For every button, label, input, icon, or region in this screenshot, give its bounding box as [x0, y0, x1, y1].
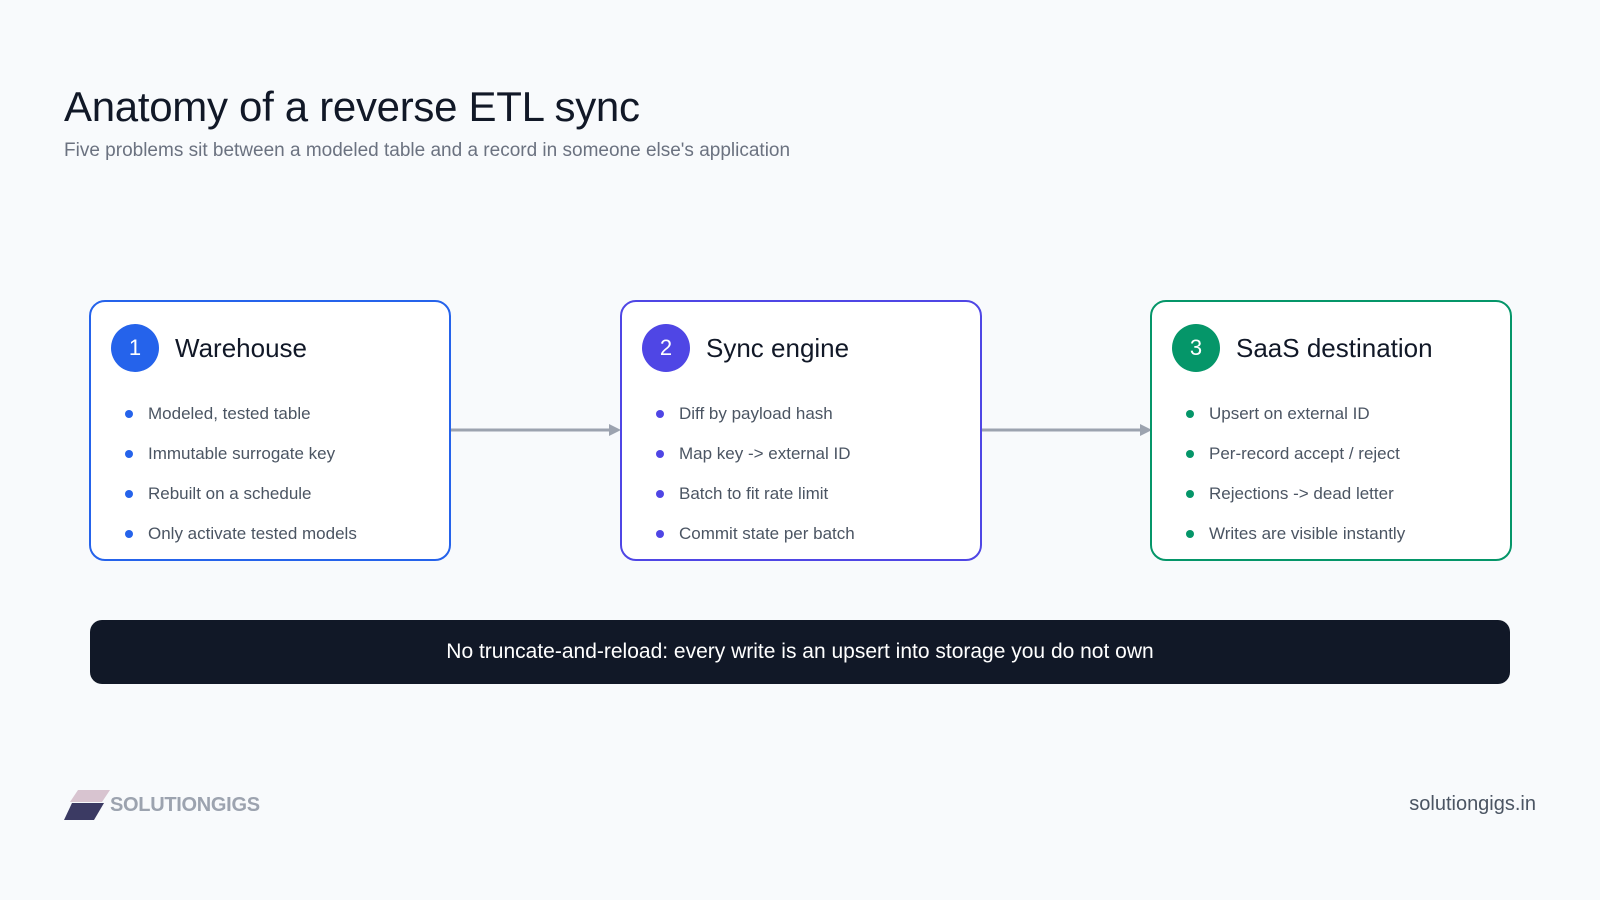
bullet-text: Map key -> external ID: [679, 444, 851, 463]
step-badge: 3: [1172, 324, 1220, 372]
bullet-dot-icon: [656, 410, 664, 418]
slide: Anatomy of a reverse ETL sync Five probl…: [0, 0, 1600, 900]
card-header: 2 Sync engine: [642, 324, 849, 372]
key-takeaway-banner: No truncate-and-reload: every write is a…: [90, 620, 1510, 684]
bullet-item: Map key -> external ID: [656, 434, 855, 474]
logo-text: SOLUTIONGIGS: [110, 793, 260, 816]
bullet-dot-icon: [1186, 530, 1194, 538]
bullet-text: Diff by payload hash: [679, 404, 833, 423]
card-header: 3 SaaS destination: [1172, 324, 1433, 372]
stage-card-sync-engine: 2 Sync engine Diff by payload hash Map k…: [620, 300, 982, 561]
card-title: Warehouse: [175, 332, 307, 363]
bullet-dot-icon: [125, 410, 133, 418]
bullet-text: Rejections -> dead letter: [1209, 484, 1394, 503]
bullet-dot-icon: [1186, 450, 1194, 458]
bullet-text: Per-record accept / reject: [1209, 444, 1400, 463]
bullet-item: Writes are visible instantly: [1186, 514, 1405, 554]
bullet-item: Rejections -> dead letter: [1186, 474, 1405, 514]
bullet-list: Upsert on external ID Per-record accept …: [1186, 394, 1405, 554]
banner-text: No truncate-and-reload: every write is a…: [446, 640, 1154, 663]
bullet-item: Modeled, tested table: [125, 394, 357, 434]
bullet-item: Immutable surrogate key: [125, 434, 357, 474]
bullet-item: Rebuilt on a schedule: [125, 474, 357, 514]
bullet-text: Only activate tested models: [148, 524, 357, 543]
bullet-text: Commit state per batch: [679, 524, 855, 543]
bullet-text: Upsert on external ID: [1209, 404, 1370, 423]
site-url[interactable]: solutiongigs.in: [1409, 793, 1536, 816]
bullet-dot-icon: [1186, 490, 1194, 498]
bullet-dot-icon: [656, 490, 664, 498]
bullet-dot-icon: [125, 450, 133, 458]
bullet-item: Diff by payload hash: [656, 394, 855, 434]
bullet-item: Batch to fit rate limit: [656, 474, 855, 514]
bullet-list: Diff by payload hash Map key -> external…: [656, 394, 855, 554]
step-badge: 1: [111, 324, 159, 372]
bullet-dot-icon: [125, 530, 133, 538]
arrow-connector-2: [982, 424, 1152, 436]
page-title: Anatomy of a reverse ETL sync: [64, 83, 640, 130]
bullet-text: Rebuilt on a schedule: [148, 484, 312, 503]
bullet-text: Modeled, tested table: [148, 404, 311, 423]
bullet-list: Modeled, tested table Immutable surrogat…: [125, 394, 357, 554]
bullet-text: Immutable surrogate key: [148, 444, 336, 463]
bullet-item: Commit state per batch: [656, 514, 855, 554]
bullet-text: Batch to fit rate limit: [679, 484, 829, 503]
bullet-text: Writes are visible instantly: [1209, 524, 1406, 543]
logo-mark-icon: [64, 790, 110, 820]
bullet-dot-icon: [656, 530, 664, 538]
card-title: Sync engine: [706, 332, 850, 363]
step-badge: 2: [642, 324, 690, 372]
page-subtitle: Five problems sit between a modeled tabl…: [64, 140, 791, 161]
bullet-dot-icon: [125, 490, 133, 498]
bullet-dot-icon: [1186, 410, 1194, 418]
stage-card-warehouse: 1 Warehouse Modeled, tested table Immuta…: [89, 300, 451, 561]
arrow-connector-1: [451, 424, 621, 436]
card-title: SaaS destination: [1236, 332, 1433, 363]
stage-card-saas-destination: 3 SaaS destination Upsert on external ID…: [1150, 300, 1512, 561]
bullet-item: Upsert on external ID: [1186, 394, 1405, 434]
brand-logo: SOLUTIONGIGS: [64, 790, 260, 820]
bullet-item: Per-record accept / reject: [1186, 434, 1405, 474]
card-header: 1 Warehouse: [111, 324, 307, 372]
bullet-item: Only activate tested models: [125, 514, 357, 554]
bullet-dot-icon: [656, 450, 664, 458]
